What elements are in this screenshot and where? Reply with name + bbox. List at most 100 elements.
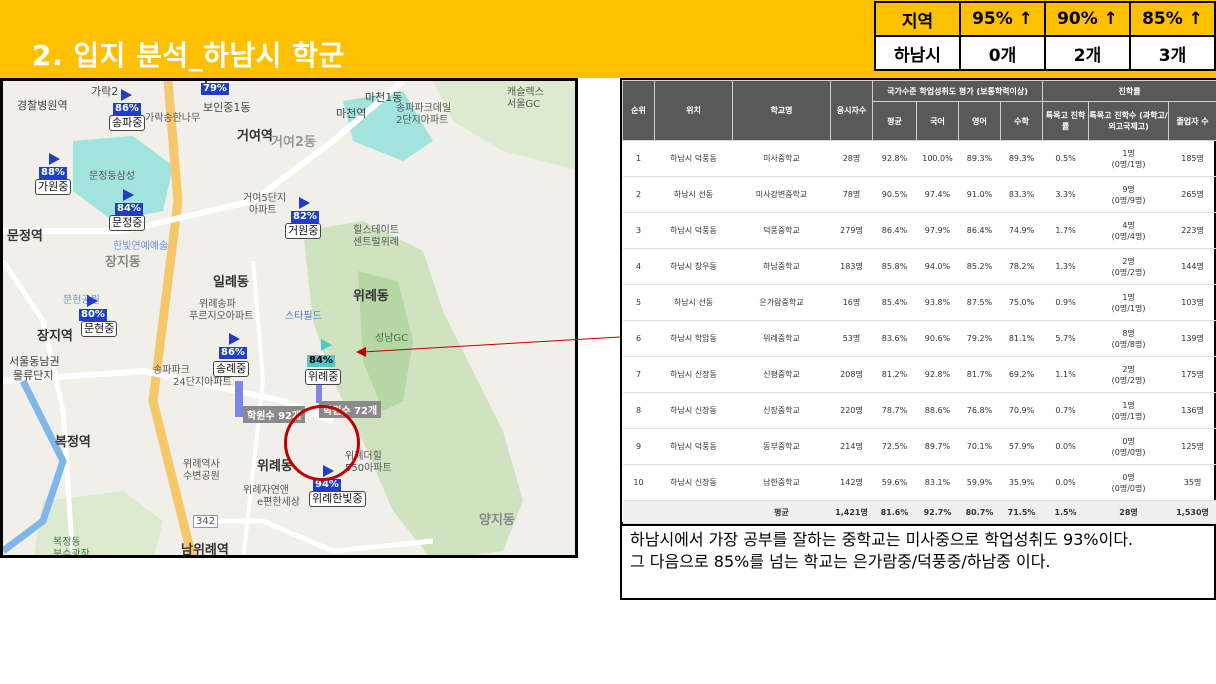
header-group-score: 국가수준 학업성취도 평가 (보통학력이상) [871, 80, 1044, 102]
label-boinjung: 보인중1동 [203, 101, 251, 114]
cell-average: 86.4% [872, 212, 917, 249]
cell-graduates: 175명 [1168, 356, 1216, 393]
summary-count-85: 3개 [1129, 35, 1216, 71]
label-seoulgc: 서울GC [507, 99, 541, 110]
table-row: 1 하남시 덕풍동 미사중학교 28명 92.8% 100.0% 89.3% 89.3% 0.5… [622, 140, 1216, 177]
cell-special-breakdown: (0명/1명) [1111, 159, 1146, 169]
label-gyeongchal: 경찰병원역 [17, 99, 68, 112]
cell-graduates: 223명 [1168, 212, 1216, 249]
cell-special-total: 9명 [1122, 184, 1135, 194]
summary-header-90: 90% ↑ [1044, 1, 1131, 37]
cell-rank: 5 [622, 284, 655, 321]
header-english: 영어 [958, 101, 1001, 141]
cell-math: 83.3% [1000, 176, 1043, 213]
cell-special-rate: 0.0% [1042, 464, 1089, 501]
caption-line-2: 그 다음으로 85%를 넘는 학교는 은가람중/덕풍중/하남중 이다. [630, 552, 1051, 571]
table-body: 1 하남시 덕풍동 미사중학교 28명 92.8% 100.0% 89.3% 89.3% 0.5… [622, 140, 1216, 524]
avg-cell: 80.7% [958, 500, 1001, 524]
cell-location: 하남시 창우동 [654, 248, 733, 285]
cell-special-count: 2명 (0명/2명) [1088, 248, 1169, 285]
cell-special-rate: 1.7% [1042, 212, 1089, 249]
cell-rank: 8 [622, 392, 655, 429]
table-row: 3 하남시 덕풍동 덕풍중학교 279명 86.4% 97.9% 86.4% 74.9% 1.7… [622, 212, 1216, 249]
cell-english: 76.8% [958, 392, 1001, 429]
avg-cell: 92.7% [916, 500, 959, 524]
cell-rank: 2 [622, 176, 655, 213]
cell-location: 하남시 덕풍동 [654, 428, 733, 465]
cell-special-breakdown: (0명/1명) [1111, 303, 1146, 313]
cell-math: 35.9% [1000, 464, 1043, 501]
marker-pct: 86% [219, 347, 247, 359]
cell-graduates: 139명 [1168, 320, 1216, 357]
cell-average: 85.4% [872, 284, 917, 321]
summary-region: 하남시 [874, 35, 961, 71]
cell-location: 하남시 덕풍동 [654, 212, 733, 249]
school-district-map[interactable]: 가락2 경찰병원역 가락송한나무 보인중1동 마천1동 마천역 송파파크데일 2… [0, 78, 578, 558]
cell-examinees: 279명 [830, 212, 873, 249]
cell-examinees: 142명 [830, 464, 873, 501]
cell-location: 하남시 신장동 [654, 464, 733, 501]
cell-rank: 7 [622, 356, 655, 393]
cell-special-count: 2명 (0명/2명) [1088, 356, 1169, 393]
page-title: 2. 입지 분석_하남시 학군 [32, 39, 345, 72]
cell-school: 덕풍중학교 [732, 212, 831, 249]
marker-school: 가원중 [35, 179, 72, 195]
summary-header-row: 지역 95% ↑ 90% ↑ 85% ↑ [874, 1, 1216, 37]
cell-korean: 92.8% [916, 356, 959, 393]
label-bunsu: 분수광장 [53, 549, 90, 558]
cell-english: 89.3% [958, 140, 1001, 177]
cell-special-breakdown: (0명/4명) [1111, 231, 1146, 241]
cell-special-total: 4명 [1122, 220, 1135, 230]
cell-location: 하남시 덕풍동 [654, 140, 733, 177]
cell-special-rate: 0.9% [1042, 284, 1089, 321]
marker-school: 위례중 [305, 369, 342, 385]
cell-special-total: 1명 [1122, 292, 1135, 302]
cell-average: 83.6% [872, 320, 917, 357]
table-row: 9 하남시 덕풍동 동부중학교 214명 72.5% 89.7% 70.1% 57.9% 0.0… [622, 428, 1216, 465]
cell-location: 하남시 학암동 [654, 320, 733, 357]
cell-special-total: 2명 [1122, 364, 1135, 374]
cell-graduates: 35명 [1168, 464, 1216, 501]
cell-korean: 83.1% [916, 464, 959, 501]
cell-english: 86.4% [958, 212, 1001, 249]
cell-special-count: 0명 (0명/0명) [1088, 428, 1169, 465]
header-special-count: 특목고 진학수 (과학고/외고국제고) [1088, 101, 1170, 141]
summary-value-row: 하남시 0개 2개 3개 [874, 35, 1216, 71]
label-yangji: 양지동 [479, 513, 515, 528]
cell-special-total: 2명 [1122, 256, 1135, 266]
label-bokjeong-station: 복정역 [55, 435, 91, 450]
flag-icon [229, 333, 240, 345]
cell-examinees: 53명 [830, 320, 873, 357]
cell-average: 59.6% [872, 464, 917, 501]
summary-count-95: 0개 [959, 35, 1046, 71]
avg-cell: 28명 [1088, 500, 1169, 524]
marker-pct: 84% [307, 355, 335, 367]
cell-special-count: 4명 (0명/4명) [1088, 212, 1169, 249]
flag-icon [321, 339, 332, 351]
cell-school: 하남중학교 [732, 248, 831, 285]
marker-pct: 82% [291, 211, 319, 223]
marker-pct: 80% [79, 309, 107, 321]
flag-icon [299, 197, 310, 209]
marker-pct: 79% [201, 83, 229, 95]
cell-math: 70.9% [1000, 392, 1043, 429]
cell-math: 89.3% [1000, 140, 1043, 177]
cell-examinees: 214명 [830, 428, 873, 465]
cell-special-count: 1명 (0명/1명) [1088, 284, 1169, 321]
label-jangji-station: 장지역 [37, 329, 73, 344]
avg-cell: 1,530명 [1168, 500, 1216, 524]
cell-special-breakdown: (0명/1명) [1111, 411, 1146, 421]
cell-rank: 4 [622, 248, 655, 285]
cell-special-count: 8명 (0명/8명) [1088, 320, 1169, 357]
group-header-row: 순위 위치 학교명 응시자수 국가수준 학업성취도 평가 (보통학력이상) 진학… [622, 80, 1216, 141]
cell-korean: 93.8% [916, 284, 959, 321]
cell-location: 하남시 신장동 [654, 356, 733, 393]
table-row: 6 하남시 학암동 위례중학교 53명 83.6% 90.6% 79.2% 81.1% 5.7%… [622, 320, 1216, 357]
cell-special-rate: 3.3% [1042, 176, 1089, 213]
avg-cell [622, 500, 655, 524]
cell-special-breakdown: (0명/8명) [1111, 339, 1146, 349]
cell-korean: 94.0% [916, 248, 959, 285]
cell-english: 87.5% [958, 284, 1001, 321]
table-row: 5 하남시 선동 은가람중학교 16명 85.4% 93.8% 87.5% 75.0% 0.9%… [622, 284, 1216, 321]
header-group-advance: 진학률 [1042, 80, 1216, 102]
